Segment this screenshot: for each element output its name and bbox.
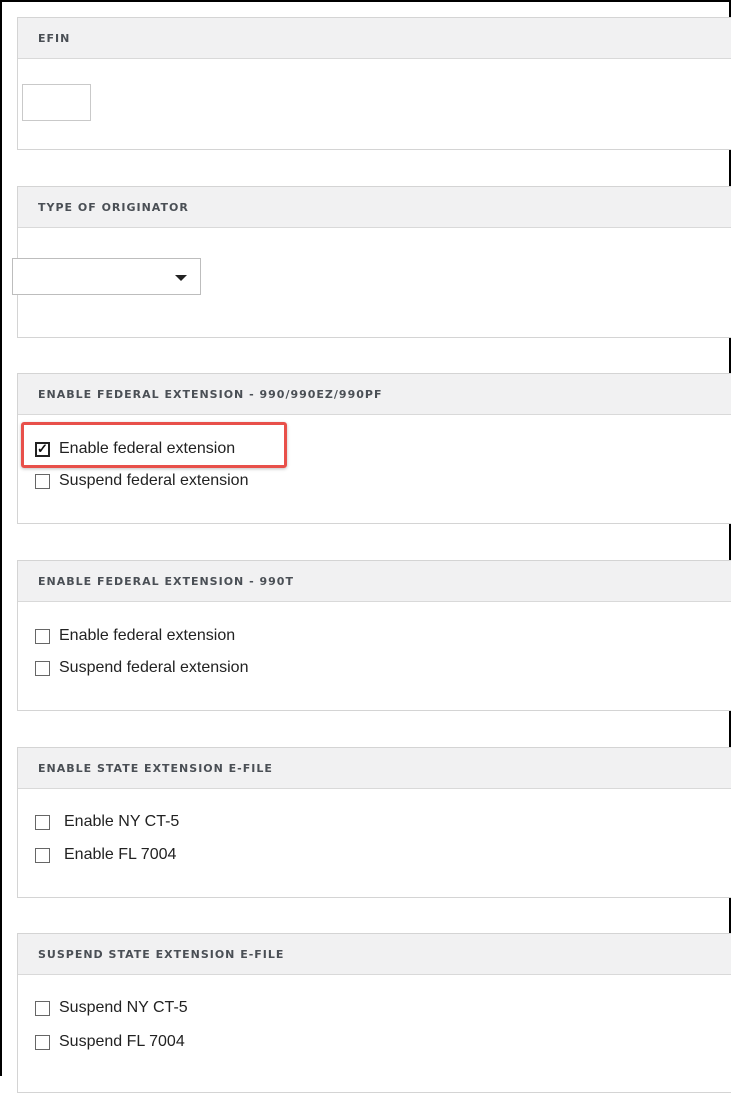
fed990t-panel-header: ENABLE FEDERAL EXTENSION - 990T: [18, 561, 731, 602]
highlight-annotation: [21, 422, 287, 468]
state-suspend-fl-checkbox[interactable]: [35, 1034, 50, 1050]
fed990-suspend-option[interactable]: Suspend federal extension: [35, 472, 248, 490]
state-suspend-fl-label: Suspend FL 7004: [59, 1033, 185, 1050]
efin-panel: EFIN: [17, 17, 731, 150]
state-enable-ny-label: Enable NY CT-5: [64, 813, 180, 830]
window-frame: [0, 0, 731, 1076]
fed990t-enable-checkbox[interactable]: [35, 628, 50, 644]
state-suspend-ny-label: Suspend NY CT-5: [59, 999, 188, 1016]
state-enable-fl-label: Enable FL 7004: [64, 846, 177, 863]
state-enable-ny-checkbox[interactable]: [35, 814, 50, 830]
state-enable-fl-checkbox[interactable]: [35, 847, 50, 863]
state-suspend-panel-header: SUSPEND STATE EXTENSION E-FILE: [18, 934, 731, 975]
fed990t-title: ENABLE FEDERAL EXTENSION - 990T: [38, 574, 294, 588]
state-enable-panel-header: ENABLE STATE EXTENSION E-FILE: [18, 748, 731, 789]
caret-down-icon: [175, 275, 187, 281]
fed990-suspend-checkbox[interactable]: [35, 473, 50, 489]
state-suspend-ny-checkbox[interactable]: [35, 1000, 50, 1016]
state-suspend-ny-option[interactable]: Suspend NY CT-5: [35, 999, 188, 1017]
fed990t-suspend-label: Suspend federal extension: [59, 659, 249, 676]
state-enable-ny-option[interactable]: Enable NY CT-5: [35, 813, 179, 831]
state-enable-title: ENABLE STATE EXTENSION E-FILE: [38, 761, 273, 775]
originator-select[interactable]: [12, 258, 201, 295]
fed990t-suspend-option[interactable]: Suspend federal extension: [35, 659, 248, 677]
state-suspend-title: SUSPEND STATE EXTENSION E-FILE: [38, 947, 285, 961]
efin-input[interactable]: [22, 84, 91, 121]
fed990t-suspend-checkbox[interactable]: [35, 660, 50, 676]
efin-panel-header: EFIN: [18, 18, 731, 59]
originator-title: TYPE OF ORIGINATOR: [38, 200, 189, 214]
state-enable-fl-option[interactable]: Enable FL 7004: [35, 846, 176, 864]
originator-panel-header: TYPE OF ORIGINATOR: [18, 187, 731, 228]
state-suspend-fl-option[interactable]: Suspend FL 7004: [35, 1033, 185, 1051]
fed990t-enable-label: Enable federal extension: [59, 627, 236, 644]
fed990-title: ENABLE FEDERAL EXTENSION - 990/990EZ/990…: [38, 387, 383, 401]
fed990-panel-header: ENABLE FEDERAL EXTENSION - 990/990EZ/990…: [18, 374, 731, 415]
fed990-suspend-label: Suspend federal extension: [59, 472, 249, 489]
fed990t-enable-option[interactable]: Enable federal extension: [35, 627, 235, 645]
efin-title: EFIN: [38, 31, 71, 45]
